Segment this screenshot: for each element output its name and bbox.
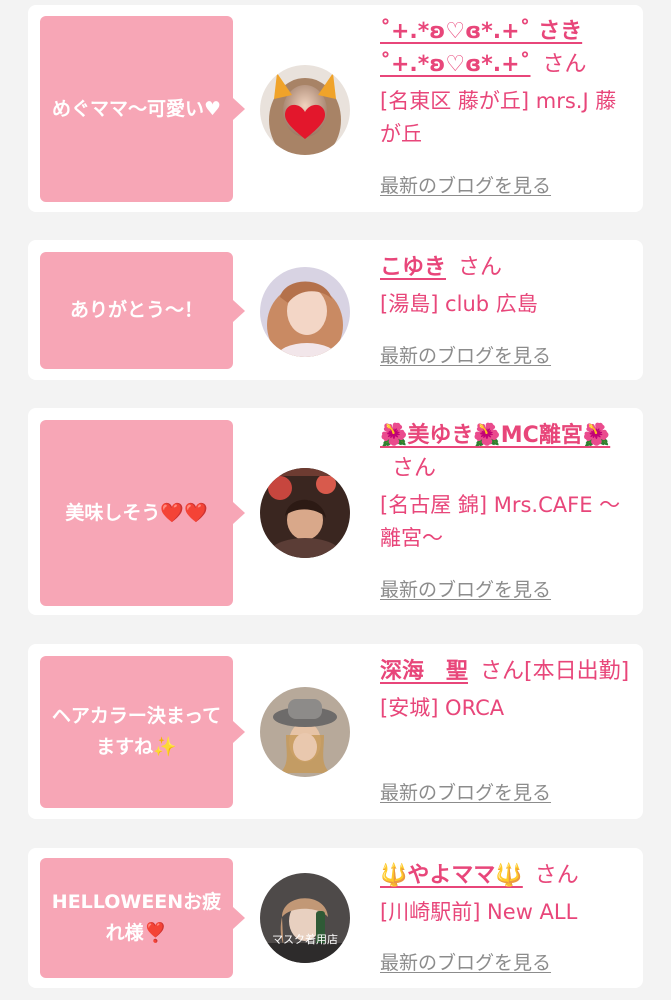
latest-blog-link[interactable]: 最新のブログを見る xyxy=(380,171,551,198)
honorific: さん[本日出勤] xyxy=(480,659,630,684)
comment-text: HELLOWEENお疲れ様❣️ xyxy=(51,891,222,944)
user-name-link[interactable]: こゆき xyxy=(380,255,446,280)
comment-text: ヘアカラー決まってますね✨ xyxy=(51,705,222,758)
comment-card: ヘアカラー決まってますね✨ 深海 聖さん[本日出勤] [安城] ORCA 最新の… xyxy=(28,644,643,819)
latest-blog-link[interactable]: 最新のブログを見る xyxy=(380,948,551,975)
user-location: [名古屋 錦] Mrs.CAFE 〜離宮〜 xyxy=(380,493,621,550)
avatar-photo xyxy=(260,687,350,777)
honorific: さん xyxy=(534,863,579,888)
user-location: [安城] ORCA xyxy=(380,696,505,720)
user-location: [湯島] club 広島 xyxy=(380,292,538,316)
user-name-link[interactable]: 🌺美ゆき🌺MC離宮🌺 xyxy=(380,423,610,448)
latest-blog-link[interactable]: 最新のブログを見る xyxy=(380,778,551,805)
comment-card: 美味しそう❤️❤️ 🌺美ゆき🌺MC離宮🌺 さん [名古屋 錦] Mrs.CAFE … xyxy=(28,408,643,615)
comment-list: めぐママ〜可愛い♥ ˚+.*ʚ♡ɞ*.+˚ さき˚+.*ʚ♡ɞ*.+˚ さん [… xyxy=(0,0,671,1000)
comment-text: 美味しそう❤️❤️ xyxy=(65,501,208,524)
honorific: さん xyxy=(458,255,503,280)
honorific: さん xyxy=(392,456,437,481)
user-info: ˚+.*ʚ♡ɞ*.+˚ さき˚+.*ʚ♡ɞ*.+˚ さん [名東区 藤が丘] mr… xyxy=(380,15,630,151)
user-info: 🔱やよママ🔱 さん [川崎駅前] New ALL xyxy=(380,859,630,929)
avatar-caption: マスク着用店 xyxy=(272,933,338,946)
comment-card: HELLOWEENお疲れ様❣️ マスク着用店 🔱やよママ🔱 さん [川崎駅前] N… xyxy=(28,848,643,988)
user-name-line: 深海 聖さん[本日出勤] xyxy=(380,655,630,688)
user-location: [川崎駅前] New ALL xyxy=(380,900,578,924)
user-name-line: ˚+.*ʚ♡ɞ*.+˚ さき˚+.*ʚ♡ɞ*.+˚ さん xyxy=(380,15,630,81)
honorific: さん xyxy=(542,52,587,77)
latest-blog-link[interactable]: 最新のブログを見る xyxy=(380,341,551,368)
user-info: 深海 聖さん[本日出勤] [安城] ORCA xyxy=(380,655,630,725)
user-name-line: こゆき さん xyxy=(380,251,630,284)
comment-bubble: 美味しそう❤️❤️ xyxy=(40,420,245,606)
comment-text: ありがとう〜！ xyxy=(69,299,203,321)
user-name-line: 🔱やよママ🔱 さん xyxy=(380,859,630,892)
avatar-photo xyxy=(260,267,350,357)
avatar[interactable] xyxy=(260,687,350,777)
user-info: 🌺美ゆき🌺MC離宮🌺 さん [名古屋 錦] Mrs.CAFE 〜離宮〜 xyxy=(380,419,630,555)
avatar-photo xyxy=(260,468,350,558)
comment-card: めぐママ〜可愛い♥ ˚+.*ʚ♡ɞ*.+˚ さき˚+.*ʚ♡ɞ*.+˚ さん [… xyxy=(28,5,643,212)
user-name-line: 🌺美ゆき🌺MC離宮🌺 さん xyxy=(380,419,630,485)
comment-text: めぐママ〜可愛い♥ xyxy=(51,97,222,120)
comment-bubble: HELLOWEENお疲れ様❣️ xyxy=(40,858,245,978)
avatar-photo xyxy=(260,65,350,155)
user-name-link[interactable]: 🔱やよママ🔱 xyxy=(380,863,523,888)
comment-bubble: ヘアカラー決まってますね✨ xyxy=(40,656,245,808)
comment-bubble: めぐママ〜可愛い♥ xyxy=(40,16,245,202)
avatar[interactable] xyxy=(260,267,350,357)
user-info: こゆき さん [湯島] club 広島 xyxy=(380,251,630,321)
comment-card: ありがとう〜！ こゆき さん [湯島] club 広島 最新のブログを見る xyxy=(28,240,643,380)
avatar[interactable] xyxy=(260,65,350,155)
avatar-photo xyxy=(260,873,350,963)
avatar[interactable]: マスク着用店 xyxy=(260,873,350,963)
avatar[interactable] xyxy=(260,468,350,558)
user-location: [名東区 藤が丘] mrs.J 藤が丘 xyxy=(380,89,617,146)
comment-bubble: ありがとう〜！ xyxy=(40,252,245,369)
latest-blog-link[interactable]: 最新のブログを見る xyxy=(380,575,551,602)
user-name-link[interactable]: 深海 聖 xyxy=(380,659,468,684)
